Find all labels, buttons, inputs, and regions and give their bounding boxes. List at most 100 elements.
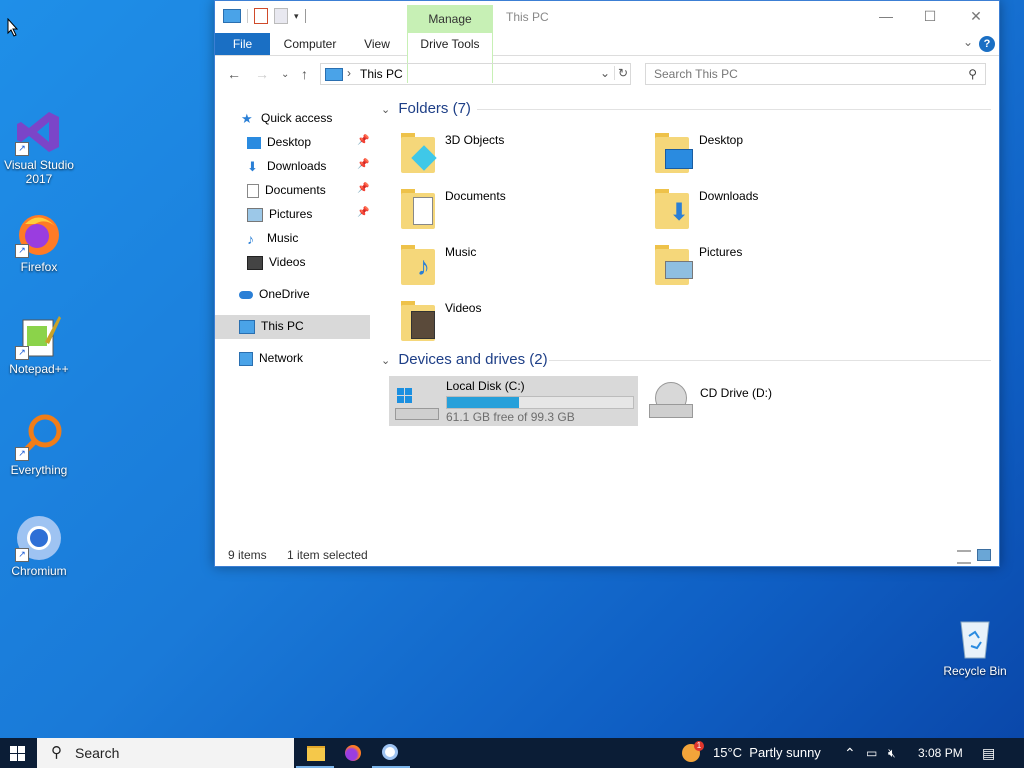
folder-label: Documents [445,189,506,203]
drive-local-disk-c[interactable]: Local Disk (C:) 61.1 GB free of 99.3 GB [389,376,638,426]
folders-group-header[interactable]: ⌄ Folders (7) [381,100,991,117]
refresh-icon[interactable]: ↻ [613,66,628,80]
drive-free-space: 61.1 GB free of 99.3 GB [446,410,575,424]
devices-group-header[interactable]: ⌄ Devices and drives (2) [381,351,991,368]
collapse-chevron-icon: ⌄ [381,104,391,116]
music-folder-icon: ♪ [399,241,439,285]
separator [304,9,306,23]
search-placeholder: Search This PC [654,67,738,81]
taskbar-search-box[interactable]: ⚲ Search [37,738,294,768]
pictures-folder-icon [653,241,693,285]
desktop-icon-visual-studio[interactable]: ↗ Visual Studio 2017 [3,108,75,186]
help-icon[interactable]: ? [979,36,995,52]
details-view-icon[interactable] [957,550,971,564]
desktop-icon-recycle-bin[interactable]: Recycle Bin [939,614,1011,678]
explorer-window: ▾ Manage This PC — ☐ ✕ File Computer Vie… [214,0,1000,567]
clock[interactable]: 3:08 PM [918,738,963,768]
separator [247,9,248,23]
film-icon [247,255,263,270]
quick-access-toolbar: ▾ [223,8,306,24]
sidebar-item-label: Downloads [267,159,327,173]
desktop-icon-notepad-plus-plus[interactable]: ↗ Notepad++ [3,312,75,376]
pin-icon[interactable]: 📌 [357,159,369,170]
sidebar-item-pictures[interactable]: Pictures [247,203,312,225]
forward-button[interactable]: → [255,66,269,82]
sidebar-item-label: Videos [269,255,306,269]
computer-icon[interactable] [223,9,241,23]
up-button[interactable]: ↑ [301,66,308,82]
sidebar-item-downloads[interactable]: ⬇ Downloads [247,155,326,177]
breadcrumb-separator-icon: › [347,66,351,80]
sidebar-item-desktop[interactable]: Desktop [247,131,311,153]
minimize-button[interactable]: — [863,1,909,31]
search-icon: ⚲ [51,744,62,761]
notifications-icon[interactable]: ▤ [982,738,995,768]
desktop-icon-label: Notepad++ [9,362,69,376]
network-icon [239,351,253,366]
weather-badge: 1 [694,741,704,751]
drive-usage-fill [447,397,519,408]
taskbar-file-explorer[interactable] [296,738,334,768]
sidebar-item-network[interactable]: Network [239,347,303,369]
folder-label: Desktop [699,133,744,147]
large-icons-view-icon[interactable] [977,549,991,561]
address-dropdown-icon[interactable]: ⌄ [600,66,610,80]
group-title: Folders (7) [398,100,471,117]
tab-manage[interactable]: Manage [407,5,493,33]
pin-icon[interactable]: 📌 [357,135,369,146]
collapse-chevron-icon: ⌄ [381,355,391,367]
cloud-icon [239,290,253,299]
folder-label: Downloads [699,189,759,203]
firefox-icon: ↗ [15,210,63,258]
volume-muted-icon[interactable]: 🔇︎ [888,738,896,768]
tab-file[interactable]: File [215,33,270,55]
taskbar-firefox[interactable] [334,738,372,768]
sidebar-item-this-pc[interactable]: This PC [239,315,304,337]
sidebar-item-quick-access[interactable]: ★ Quick access [241,107,332,129]
breadcrumb[interactable]: This PC [360,67,403,81]
windows-drive-icon [395,388,439,420]
taskbar-chromium[interactable] [372,738,410,768]
this-pc-icon [325,68,343,81]
sidebar-item-documents[interactable]: Documents [247,179,326,201]
back-button[interactable]: ← [227,66,241,82]
drive-cd-d[interactable]: CD Drive (D:) [647,376,847,426]
desktop-icon-everything[interactable]: ↗ Everything [3,413,75,477]
3d-objects-folder-icon [399,129,439,173]
downloads-folder-icon: ⬇ [653,185,693,229]
desktop-icon-label: Chromium [11,564,67,578]
close-button[interactable]: ✕ [953,1,999,31]
sidebar-item-label: Network [259,351,304,365]
folder-label: Pictures [699,245,743,259]
tab-computer[interactable]: Computer [279,33,341,55]
properties-icon[interactable] [254,8,268,24]
desktop-icon-label: Visual Studio 2017 [4,158,74,186]
sidebar-item-label: Documents [265,183,326,197]
sidebar-item-label: This PC [261,319,304,333]
sidebar-item-label: Pictures [269,207,313,221]
desktop-icon-firefox[interactable]: ↗ Firefox [3,210,75,274]
network-icon[interactable]: ▭ [866,738,877,768]
search-input[interactable]: Search This PC ⚲ [645,63,986,85]
file-explorer-icon [307,746,325,761]
show-hidden-icons-button[interactable]: ⌃ [844,738,856,768]
maximize-button[interactable]: ☐ [907,1,953,31]
pin-icon[interactable]: 📌 [357,183,369,194]
customize-toolbar-icon[interactable]: ▾ [294,11,299,22]
window-title: This PC [506,10,549,24]
expand-ribbon-icon[interactable]: ⌄ [963,35,973,49]
recent-locations-icon[interactable]: ⌄ [281,69,289,80]
sidebar-item-onedrive[interactable]: OneDrive [239,283,310,305]
desktop-icon-chromium[interactable]: ↗ Chromium [3,514,75,578]
start-button[interactable] [0,738,36,768]
tab-view[interactable]: View [357,33,397,55]
address-bar[interactable]: › This PC ⌄ ↻ [320,63,631,85]
folder-label: 3D Objects [445,133,505,147]
videos-folder-icon [399,297,439,341]
new-folder-icon[interactable] [274,8,288,24]
weather-widget[interactable]: 1 15°C Partly sunny [680,738,830,768]
main-pane: ⌄ Folders (7) 3D Objects Desktop Documen… [375,93,999,544]
sidebar-item-videos[interactable]: Videos [247,251,305,273]
pin-icon[interactable]: 📌 [357,207,369,218]
sidebar-item-music[interactable]: ♪ Music [247,227,298,249]
